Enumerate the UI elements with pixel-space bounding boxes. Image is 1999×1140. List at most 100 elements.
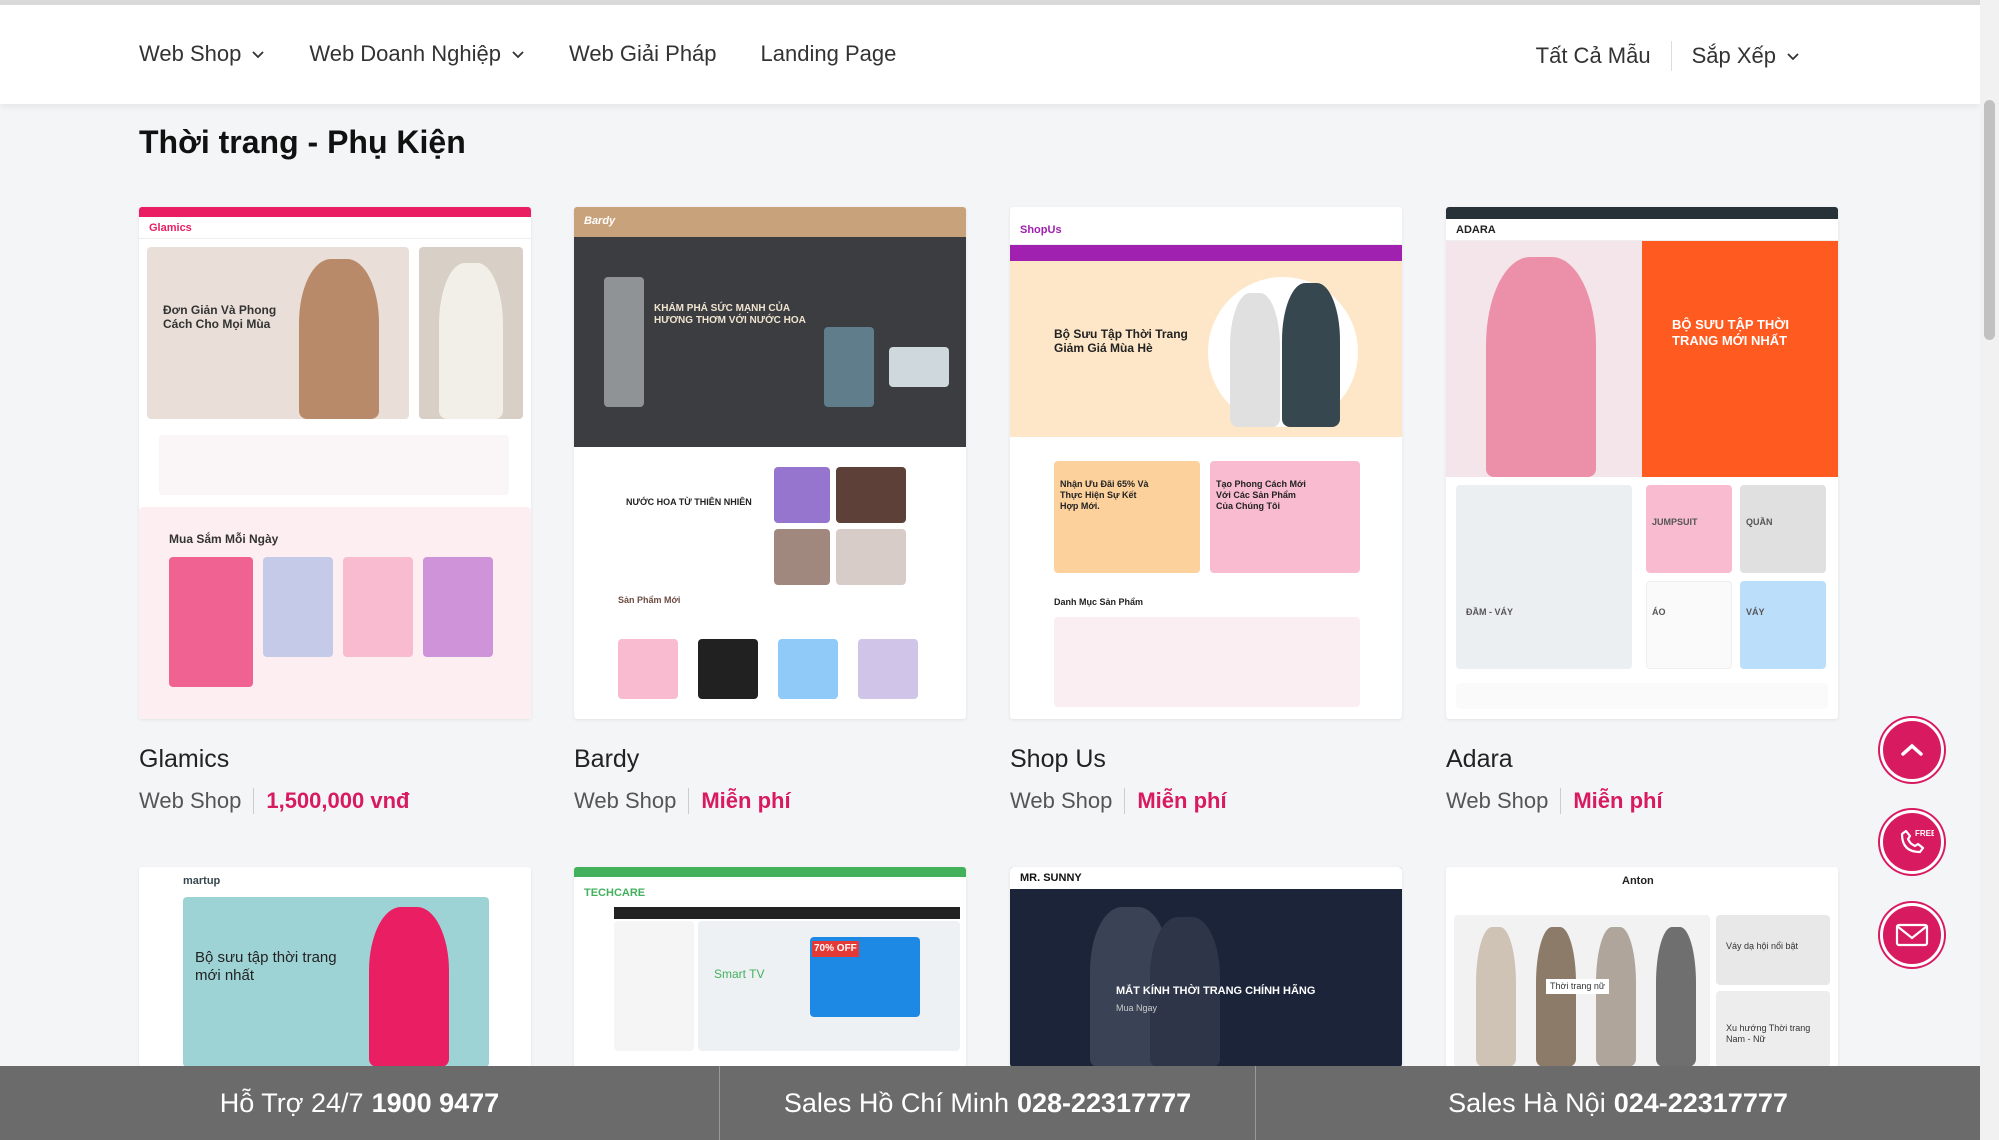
mock-features-row — [1456, 683, 1828, 709]
email-button[interactable] — [1880, 903, 1944, 967]
mock-header — [574, 207, 966, 237]
contact-bar: Hỗ Trợ 24/7 1900 9477 Sales Hồ Chí Minh … — [0, 1066, 1980, 1140]
mock-tile-label: QUẦN — [1746, 517, 1773, 527]
template-card-adara[interactable]: ADARA BỘ SƯU TẬP THỜI TRANG MỚI NHẤT ĐẦM… — [1446, 207, 1838, 814]
mock-model-image — [1536, 927, 1576, 1067]
template-category[interactable]: Web Shop — [1010, 788, 1126, 814]
nav-web-shop[interactable]: Web Shop — [139, 41, 265, 67]
hcm-phone[interactable]: 028-22317777 — [1017, 1088, 1191, 1119]
mock-logo: martup — [183, 875, 221, 887]
phone-free-icon: FREE — [1900, 829, 1934, 854]
sales-hcm-hotline[interactable]: Sales Hồ Chí Minh 028-22317777 — [720, 1066, 1256, 1140]
nav-web-giai-phap[interactable]: Web Giải Pháp — [569, 41, 717, 67]
mock-promo-card — [1054, 461, 1200, 573]
mock-section-text: Danh Mục Sản Phẩm — [1054, 597, 1144, 607]
mock-tile — [1456, 485, 1632, 669]
mock-model-image — [1486, 257, 1596, 477]
template-meta: Web Shop Miễn phí — [1446, 788, 1838, 814]
section-title: Thời trang - Phụ Kiện — [139, 124, 466, 160]
chevron-down-icon — [1787, 53, 1799, 61]
template-name[interactable]: Adara — [1446, 745, 1838, 774]
mock-sub-text: Mua Ngay — [1116, 1003, 1158, 1013]
mock-tile-label: ÁO — [1652, 607, 1666, 617]
mock-model-image — [1656, 927, 1696, 1067]
template-thumbnail[interactable]: Glamics Đơn Giản Và Phong Cách Cho Mọi M… — [139, 207, 531, 719]
template-price: Miễn phí — [1573, 788, 1663, 813]
nav-landing-page[interactable]: Landing Page — [761, 41, 897, 67]
mock-model-image — [1282, 283, 1340, 427]
mock-category-grid — [1054, 617, 1360, 707]
mock-header: Glamics — [139, 217, 531, 239]
template-category[interactable]: Web Shop — [1446, 788, 1562, 814]
mock-topbar — [139, 207, 531, 217]
scrollbar-thumb[interactable] — [1984, 100, 1995, 340]
mock-product — [423, 557, 493, 657]
template-thumbnail[interactable]: Anton Thời trang nữ Váy dạ hội nổi bật X… — [1446, 867, 1838, 1067]
template-meta: Web Shop Miễn phí — [1010, 788, 1402, 814]
mock-section-text: Mua Sắm Mỗi Ngày — [169, 532, 279, 546]
support-label: Hỗ Trợ 24/7 — [219, 1087, 364, 1118]
scroll-top-button[interactable] — [1880, 718, 1944, 782]
mock-box — [889, 347, 949, 387]
mock-logo: Glamics — [149, 222, 192, 234]
template-thumbnail[interactable]: Bardy KHÁM PHÁ SỨC MẠNH CỦA HƯƠNG THƠM V… — [574, 207, 966, 719]
support-hotline[interactable]: Hỗ Trợ 24/7 1900 9477 — [0, 1066, 720, 1140]
chevron-down-icon — [512, 51, 524, 59]
chevron-up-icon — [1901, 743, 1923, 756]
template-card-shop-us[interactable]: ShopUs Bộ Sưu Tập Thời Trang Giảm Giá Mù… — [1010, 207, 1402, 814]
template-category[interactable]: Web Shop — [139, 788, 255, 814]
hn-phone[interactable]: 024-22317777 — [1614, 1088, 1788, 1119]
mock-hero-text: KHÁM PHÁ SỨC MẠNH CỦA HƯƠNG THƠM VỚI NƯỚ… — [654, 303, 806, 326]
template-name[interactable]: Glamics — [139, 745, 531, 774]
support-phone[interactable]: 1900 9477 — [372, 1088, 500, 1119]
mock-image — [836, 467, 906, 523]
template-thumbnail[interactable]: ADARA BỘ SƯU TẬP THỜI TRANG MỚI NHẤT ĐẦM… — [1446, 207, 1838, 719]
template-card-techcare[interactable]: TECHCARE Smart TV 70% OFF — [574, 867, 966, 1067]
all-templates-link[interactable]: Tất Cả Mẫu — [1516, 43, 1671, 69]
template-name[interactable]: Bardy — [574, 745, 966, 774]
mock-product — [698, 639, 758, 699]
sort-dropdown[interactable]: Sắp Xếp — [1672, 43, 1820, 69]
template-card-mr-sunny[interactable]: MR. SUNNY MẮT KÍNH THỜI TRANG CHÍNH HÃNG… — [1010, 867, 1402, 1067]
template-thumbnail[interactable]: ShopUs Bộ Sưu Tập Thời Trang Giảm Giá Mù… — [1010, 207, 1402, 719]
sales-hn-hotline[interactable]: Sales Hà Nội 024-22317777 — [1256, 1066, 1980, 1140]
nav-label: Web Shop — [139, 41, 242, 66]
mock-tile-label: JUMPSUIT — [1652, 517, 1698, 527]
template-name[interactable]: Shop Us — [1010, 745, 1402, 774]
template-card-anton[interactable]: Anton Thời trang nữ Váy dạ hội nổi bật X… — [1446, 867, 1838, 1067]
page-scrollbar[interactable] — [1980, 0, 1999, 1140]
call-button[interactable]: FREE — [1880, 810, 1944, 874]
template-thumbnail[interactable]: MR. SUNNY MẮT KÍNH THỜI TRANG CHÍNH HÃNG… — [1010, 867, 1402, 1067]
chevron-down-icon — [252, 51, 264, 59]
all-templates-label: Tất Cả Mẫu — [1535, 43, 1651, 68]
template-card-glamics[interactable]: Glamics Đơn Giản Và Phong Cách Cho Mọi M… — [139, 207, 531, 814]
mock-topbar — [574, 867, 966, 877]
mock-header: ADARA — [1446, 219, 1838, 241]
nav-web-doanh-nghiep[interactable]: Web Doanh Nghiệp — [309, 41, 525, 67]
mock-product — [858, 639, 918, 699]
hcm-label: Sales Hồ Chí Minh — [783, 1087, 1009, 1118]
mock-tile — [1740, 581, 1826, 669]
mock-tile — [1646, 485, 1732, 573]
template-category[interactable]: Web Shop — [574, 788, 690, 814]
mock-logo: ShopUs — [1020, 224, 1062, 236]
mock-logo: TECHCARE — [584, 887, 646, 899]
mock-hero-text: BỘ SƯU TẬP THỜI TRANG MỚI NHẤT — [1672, 317, 1789, 348]
template-thumbnail[interactable]: martup Bộ sưu tập thời trang mới nhất — [139, 867, 531, 1067]
mock-promo-card — [1210, 461, 1360, 573]
mock-sidebar — [614, 921, 694, 1051]
mock-tile-label: ĐẦM - VÁY — [1466, 607, 1513, 617]
template-card-martup[interactable]: martup Bộ sưu tập thời trang mới nhất — [139, 867, 531, 1067]
nav-right: Tất Cả Mẫu Sắp Xếp — [1516, 41, 1820, 71]
free-badge: FREE — [1915, 829, 1934, 838]
template-thumbnail[interactable]: TECHCARE Smart TV 70% OFF — [574, 867, 966, 1067]
mock-promo-text: Tạo Phong Cách Mới Với Các Sản Phẩm Của … — [1216, 479, 1306, 511]
mock-tile — [1646, 581, 1732, 669]
mock-logo: Bardy — [584, 215, 616, 227]
mock-tile — [1740, 485, 1826, 573]
template-card-bardy[interactable]: Bardy KHÁM PHÁ SỨC MẠNH CỦA HƯƠNG THƠM V… — [574, 207, 966, 814]
mock-product — [778, 639, 838, 699]
mock-menu-bar — [614, 907, 960, 919]
template-meta: Web Shop Miễn phí — [574, 788, 966, 814]
mock-section-text: NƯỚC HOA TỪ THIÊN NHIÊN — [626, 497, 752, 507]
